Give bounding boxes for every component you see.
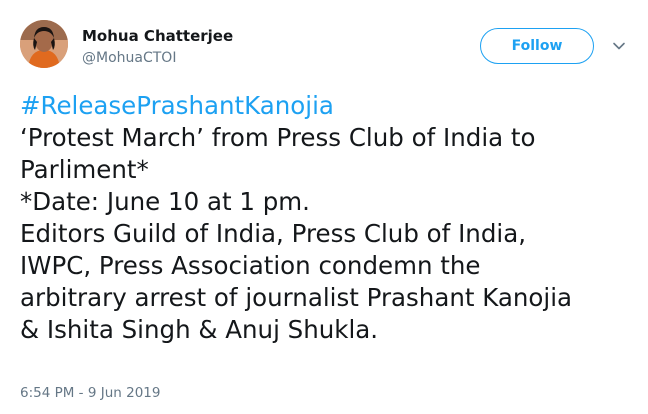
author-handle[interactable]: @MohuaCTOI xyxy=(82,50,176,66)
tweet-line: Parliment* xyxy=(20,155,149,184)
tweet-line: ‘Protest March’ from Press Club of India… xyxy=(20,123,536,152)
tweet-line: *Date: June 10 at 1 pm. xyxy=(20,187,310,216)
tweet-line: arbitrary arrest of journalist Prashant … xyxy=(20,283,573,312)
author-name[interactable]: Mohua Chatterjee xyxy=(82,27,233,45)
avatar[interactable] xyxy=(20,20,68,68)
tweet-line: Editors Guild of India, Press Club of In… xyxy=(20,219,526,248)
follow-button[interactable]: Follow xyxy=(480,28,594,64)
tweet-text: #ReleasePrashantKanojia ‘Protest March’ … xyxy=(20,90,636,346)
hashtag-link[interactable]: #ReleasePrashantKanojia xyxy=(20,90,636,122)
chevron-down-icon[interactable] xyxy=(612,38,626,52)
avatar-image xyxy=(20,20,68,68)
tweet-timestamp[interactable]: 6:54 PM - 9 Jun 2019 xyxy=(20,385,160,401)
tweet-line: & Ishita Singh & Anuj Shukla. xyxy=(20,315,379,344)
tweet-line: IWPC, Press Association condemn the xyxy=(20,251,481,280)
tweet-card: Mohua Chatterjee @MohuaCTOI Follow #Rele… xyxy=(0,0,648,414)
